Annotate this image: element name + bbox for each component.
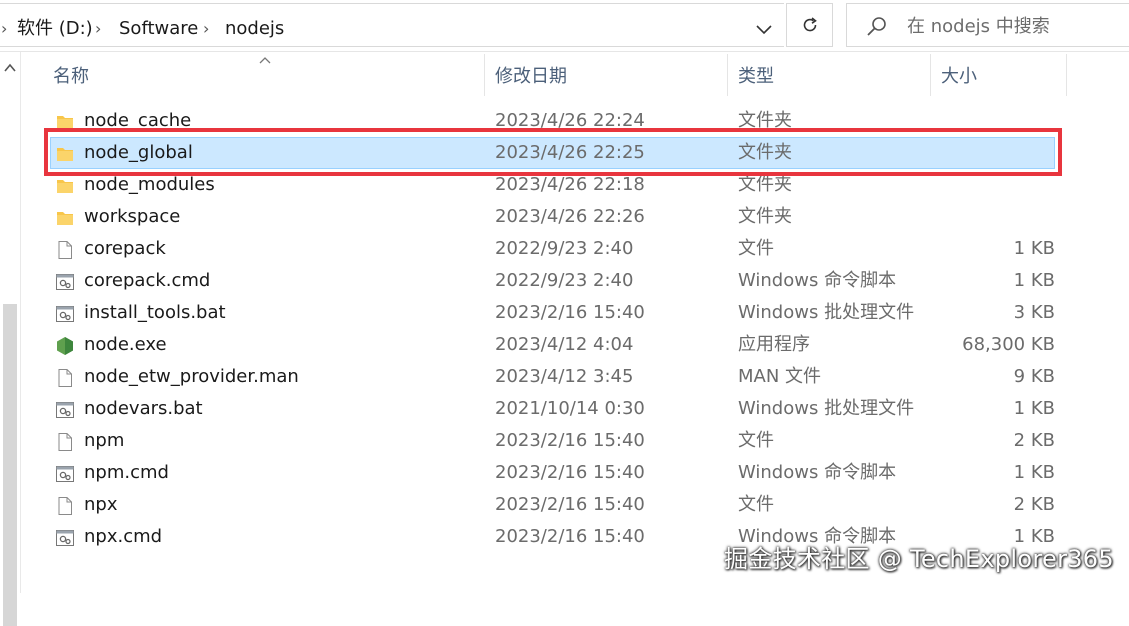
file-date: 2023/2/16 15:40 [495, 430, 645, 451]
script-icon [55, 527, 75, 547]
file-name: node.exe [84, 334, 167, 355]
column-header-date[interactable]: 修改日期 [485, 52, 727, 100]
highlight-annotation-box [44, 128, 1062, 176]
file-name: nodevars.bat [84, 398, 203, 419]
column-header-name[interactable]: 名称 [50, 52, 484, 100]
file-row[interactable]: npx 2023/2/16 15:40 文件 2 KB [50, 489, 1055, 521]
file-row[interactable]: nodevars.bat 2021/10/14 0:30 Windows 批处理文件… [50, 393, 1055, 425]
file-row[interactable]: node_etw_provider.man 2023/4/12 3:45 MAN 文… [50, 361, 1055, 393]
watermark: 掘金技术社区 @ TechExplorer365 [724, 545, 1114, 573]
file-name: node_etw_provider.man [84, 366, 299, 387]
nodejs-icon [55, 335, 75, 355]
file-row[interactable]: npm 2023/2/16 15:40 文件 2 KB [50, 425, 1055, 457]
column-header-size-label: 大小 [941, 66, 977, 87]
file-type: 文件夹 [738, 206, 792, 227]
script-icon [55, 463, 75, 483]
breadcrumb-software[interactable]: Software [119, 18, 198, 40]
file-size: 1 KB [1013, 270, 1055, 291]
file-name: npm.cmd [84, 462, 169, 483]
script-icon [55, 399, 75, 419]
file-icon [55, 367, 75, 387]
file-date: 2023/4/12 3:45 [495, 366, 634, 387]
search-placeholder: 在 nodejs 中搜索 [907, 16, 1050, 37]
file-size: 68,300 KB [962, 334, 1055, 355]
address-toolbar: › 软件 (D:) › Software › nodejs 在 nodejs 中… [0, 0, 1129, 52]
file-row[interactable]: install_tools.bat 2023/2/16 15:40 Windows … [50, 297, 1055, 329]
file-size: 1 KB [1013, 398, 1055, 419]
file-icon [55, 431, 75, 451]
breadcrumb-drive[interactable]: 软件 (D:) [17, 18, 93, 40]
file-row[interactable]: corepack 2022/9/23 2:40 文件 1 KB [50, 233, 1055, 265]
column-header-name-label: 名称 [53, 66, 89, 87]
file-name: workspace [84, 206, 181, 227]
search-icon [867, 17, 886, 36]
folder-icon [55, 175, 75, 195]
scrollbar-thumb[interactable] [3, 304, 17, 626]
file-name: npm [84, 430, 125, 451]
breadcrumb-nodejs[interactable]: nodejs [225, 18, 284, 40]
file-type: 文件 [738, 430, 774, 451]
file-size: 1 KB [1013, 462, 1055, 483]
file-name: npx [84, 494, 118, 515]
file-date: 2023/2/16 15:40 [495, 494, 645, 515]
column-header-type-label: 类型 [738, 66, 774, 87]
column-header-date-label: 修改日期 [495, 66, 567, 87]
file-name: install_tools.bat [84, 302, 226, 323]
file-size: 2 KB [1013, 430, 1055, 451]
file-icon [55, 239, 75, 259]
chevron-right-icon[interactable]: › [95, 18, 101, 40]
file-date: 2023/2/16 15:40 [495, 526, 645, 547]
file-type: 文件 [738, 238, 774, 259]
chevron-right-icon[interactable]: › [203, 18, 209, 40]
script-icon [55, 303, 75, 323]
file-size: 9 KB [1013, 366, 1055, 387]
file-date: 2022/9/23 2:40 [495, 238, 634, 259]
file-icon [55, 495, 75, 515]
search-box[interactable]: 在 nodejs 中搜索 [846, 3, 1129, 47]
refresh-button[interactable] [786, 3, 833, 47]
column-divider[interactable] [1066, 54, 1067, 96]
file-size: 1 KB [1013, 238, 1055, 259]
chevron-down-icon[interactable] [749, 16, 779, 42]
file-date: 2023/2/16 15:40 [495, 462, 645, 483]
file-name: corepack [84, 238, 166, 259]
file-date: 2023/4/12 4:04 [495, 334, 634, 355]
file-type: Windows 批处理文件 [738, 302, 915, 323]
file-date: 2022/9/23 2:40 [495, 270, 634, 291]
file-row[interactable]: node.exe 2023/4/12 4:04 应用程序 68,300 KB [50, 329, 1055, 361]
folder-icon [55, 207, 75, 227]
file-date: 2023/2/16 15:40 [495, 302, 645, 323]
refresh-icon [803, 17, 817, 32]
file-type: Windows 命令脚本 [738, 270, 897, 291]
file-row[interactable]: npm.cmd 2023/2/16 15:40 Windows 命令脚本 1 KB [50, 457, 1055, 489]
navigation-pane-scrollbar[interactable] [0, 52, 21, 626]
file-row[interactable]: workspace 2023/4/26 22:26 文件夹 [50, 201, 1055, 233]
column-header-size[interactable]: 大小 [931, 52, 1066, 100]
file-name: corepack.cmd [84, 270, 211, 291]
file-date: 2021/10/14 0:30 [495, 398, 645, 419]
file-type: Windows 命令脚本 [738, 462, 897, 483]
file-date: 2023/4/26 22:26 [495, 206, 645, 227]
file-type: Windows 批处理文件 [738, 398, 915, 419]
column-header-type[interactable]: 类型 [728, 52, 930, 100]
file-size: 3 KB [1013, 302, 1055, 323]
scroll-up-icon[interactable] [3, 62, 17, 74]
file-name: npx.cmd [84, 526, 163, 547]
file-size: 2 KB [1013, 494, 1055, 515]
file-row[interactable]: corepack.cmd 2022/9/23 2:40 Windows 命令脚本 1 … [50, 265, 1055, 297]
chevron-right-icon[interactable]: › [1, 18, 7, 40]
file-type: 文件 [738, 494, 774, 515]
script-icon [55, 271, 75, 291]
file-type: MAN 文件 [738, 366, 822, 387]
file-type: 应用程序 [738, 334, 810, 355]
address-bar[interactable]: › 软件 (D:) › Software › nodejs [0, 3, 784, 47]
